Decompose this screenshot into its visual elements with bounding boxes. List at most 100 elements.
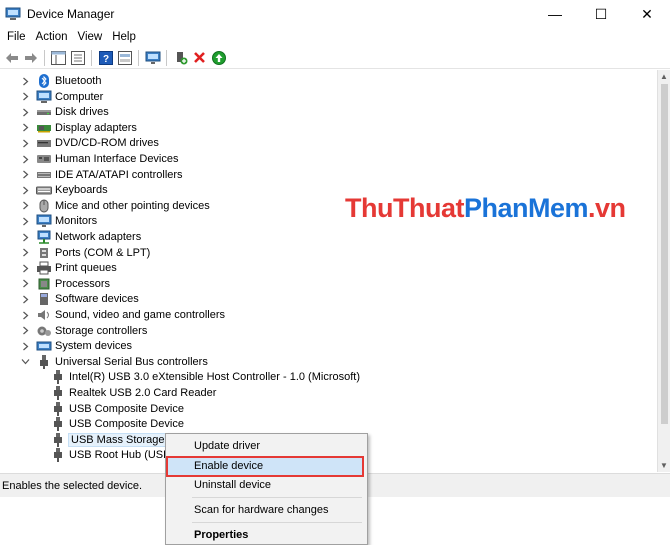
chevron-right-icon[interactable] xyxy=(20,182,30,198)
tree-category-row[interactable]: Storage controllers xyxy=(20,323,147,339)
menu-action[interactable]: Action xyxy=(31,31,73,43)
menu-item-uninstall-device[interactable]: Uninstall device xyxy=(166,475,367,495)
usb-device-icon xyxy=(50,417,66,432)
usb-device-icon xyxy=(50,401,66,416)
tree-device-row[interactable]: USB Composite Device xyxy=(50,416,184,432)
close-button[interactable]: ✕ xyxy=(624,0,670,28)
tree-device-row[interactable]: Intel(R) USB 3.0 eXtensible Host Control… xyxy=(50,369,360,385)
tree-category-row[interactable]: Computer xyxy=(20,89,103,105)
display-adapter-icon xyxy=(36,121,52,135)
storage-controller-icon xyxy=(36,324,52,338)
system-device-icon xyxy=(36,339,52,353)
tree-category-label: Universal Serial Bus controllers xyxy=(55,355,208,368)
forward-arrow-icon[interactable] xyxy=(22,49,39,66)
chevron-right-icon[interactable] xyxy=(20,291,30,307)
tree-category-row[interactable]: Display adapters xyxy=(20,120,137,136)
dvd-drive-icon xyxy=(36,136,52,150)
update-driver-icon[interactable] xyxy=(116,49,133,66)
menu-item-update-driver[interactable]: Update driver xyxy=(166,436,367,456)
chevron-right-icon[interactable] xyxy=(20,120,30,136)
tree-category-row[interactable]: System devices xyxy=(20,338,132,354)
tree-category-label: Print queues xyxy=(55,262,117,275)
tree-category-label: Network adapters xyxy=(55,231,142,243)
menu-file[interactable]: File xyxy=(2,31,31,43)
chevron-right-icon[interactable] xyxy=(20,104,30,120)
tree-category-row[interactable]: Monitors xyxy=(20,213,97,229)
chevron-right-icon[interactable] xyxy=(20,260,30,276)
menu-bar: File Action View Help xyxy=(0,27,670,47)
chevron-right-icon[interactable] xyxy=(20,213,30,229)
tree-category-row[interactable]: Ports (COM & LPT) xyxy=(20,245,150,261)
chevron-right-icon[interactable] xyxy=(20,198,30,214)
chevron-right-icon[interactable] xyxy=(20,323,30,339)
vertical-scrollbar[interactable]: ▲ ▼ xyxy=(657,70,670,472)
tree-category-row[interactable]: Print queues xyxy=(20,260,117,276)
uninstall-device-icon[interactable] xyxy=(191,49,208,66)
software-device-icon xyxy=(36,292,52,306)
tree-category-row[interactable]: Network adapters xyxy=(20,229,141,245)
menu-view[interactable]: View xyxy=(73,31,108,43)
menu-item-enable-device[interactable]: Enable device xyxy=(166,456,367,476)
title-bar: Device Manager — ☐ ✕ xyxy=(0,0,670,28)
usb-device-icon xyxy=(50,386,66,400)
chevron-right-icon[interactable] xyxy=(20,276,30,292)
tree-category-label: Software devices xyxy=(55,293,139,306)
tree-category-row[interactable]: IDE ATA/ATAPI controllers xyxy=(20,167,183,183)
tree-category-label: Sound, video and game controllers xyxy=(55,309,225,321)
chevron-right-icon[interactable] xyxy=(20,245,30,261)
scan-hardware-icon[interactable] xyxy=(144,49,161,66)
show-hide-console-tree-icon[interactable] xyxy=(50,49,67,66)
chevron-right-icon[interactable] xyxy=(20,167,30,183)
tree-category-row[interactable]: Bluetooth xyxy=(20,73,101,89)
tree-device-row[interactable]: USB Mass Storage De xyxy=(50,432,185,448)
scroll-up-icon[interactable]: ▲ xyxy=(660,72,668,81)
chevron-right-icon[interactable] xyxy=(20,151,30,167)
tree-category-label: Display adapters xyxy=(55,121,137,134)
back-arrow-icon[interactable] xyxy=(3,49,20,66)
help-icon[interactable]: ? xyxy=(97,49,114,66)
tree-category-row[interactable]: Disk drives xyxy=(20,104,109,120)
chevron-down-icon[interactable] xyxy=(20,354,30,370)
scroll-down-icon[interactable]: ▼ xyxy=(660,461,668,470)
device-tree[interactable]: Bluetooth Computer Disk drives Display adap… xyxy=(0,70,657,472)
add-legacy-hardware-icon[interactable] xyxy=(172,49,189,66)
network-adapter-icon xyxy=(36,230,52,244)
menu-item-properties[interactable]: Properties xyxy=(166,525,367,545)
tree-category-row[interactable]: Mice and other pointing devices xyxy=(20,198,210,214)
printer-icon xyxy=(36,261,52,275)
menu-help[interactable]: Help xyxy=(107,31,141,43)
status-text: Enables the selected device. xyxy=(2,479,143,492)
tree-category-row[interactable]: Keyboards xyxy=(20,182,108,198)
svg-text:?: ? xyxy=(102,54,108,65)
context-menu: Update driver Enable device Uninstall de… xyxy=(165,433,368,545)
tree-category-row[interactable]: Human Interface Devices xyxy=(20,151,179,167)
tree-category-row[interactable]: Software devices xyxy=(20,291,139,307)
chevron-right-icon[interactable] xyxy=(20,338,30,354)
tree-device-row[interactable]: USB Composite Device xyxy=(50,401,184,417)
tree-category-row[interactable]: Processors xyxy=(20,276,110,292)
menu-item-scan-hardware[interactable]: Scan for hardware changes xyxy=(166,500,367,520)
chevron-right-icon[interactable] xyxy=(20,307,30,323)
tree-device-row[interactable]: USB Root Hub (USB 3 xyxy=(50,447,180,463)
properties-icon[interactable] xyxy=(69,49,86,66)
chevron-right-icon[interactable] xyxy=(20,89,30,105)
keyboard-icon xyxy=(36,183,52,197)
chevron-right-icon[interactable] xyxy=(20,135,30,151)
port-icon xyxy=(36,246,52,260)
tree-category-row[interactable]: Universal Serial Bus controllers xyxy=(20,354,208,370)
tree-category-label: Monitors xyxy=(55,215,98,228)
toolbar-separator xyxy=(138,49,139,66)
chevron-right-icon[interactable] xyxy=(20,73,30,89)
tree-category-row[interactable]: DVD/CD-ROM drives xyxy=(20,135,159,151)
enable-device-icon[interactable] xyxy=(210,49,227,66)
tree-category-label: Mice and other pointing devices xyxy=(55,199,210,212)
scrollbar-thumb[interactable] xyxy=(661,84,668,424)
minimize-button[interactable]: — xyxy=(532,0,578,28)
window-controls: — ☐ ✕ xyxy=(532,0,670,28)
maximize-button[interactable]: ☐ xyxy=(578,0,624,28)
disk-drive-icon xyxy=(36,105,52,119)
chevron-right-icon[interactable] xyxy=(20,229,30,245)
tree-device-row[interactable]: Realtek USB 2.0 Card Reader xyxy=(50,385,216,401)
tree-category-label: System devices xyxy=(55,340,133,353)
tree-category-row[interactable]: Sound, video and game controllers xyxy=(20,307,225,323)
